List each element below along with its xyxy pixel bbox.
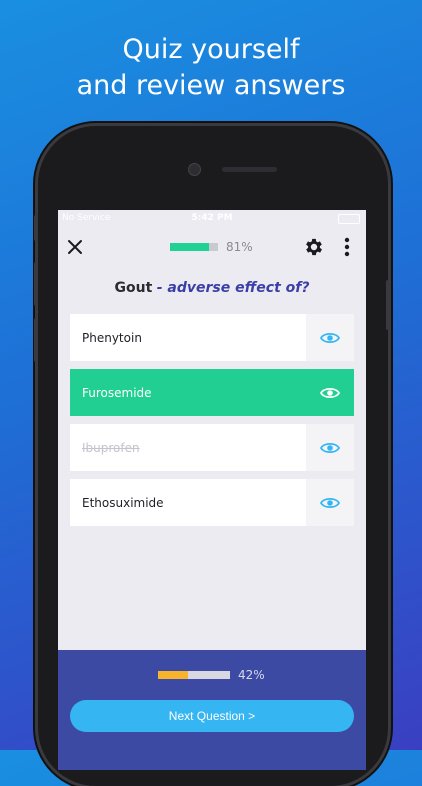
battery-icon — [338, 214, 360, 224]
phone-mute-switch — [34, 215, 38, 241]
promo-headline: Quiz yourself and review answers — [0, 32, 422, 104]
session-progress: 42% — [158, 668, 265, 682]
quiz-top-bar: 81% — [58, 230, 366, 264]
headline-line-2: and review answers — [76, 70, 346, 101]
headline-line-1: Quiz yourself — [122, 34, 300, 65]
question-prompt: - adverse effect of? — [156, 280, 310, 296]
reveal-answer-button[interactable] — [306, 314, 354, 361]
quiz-progress-fill — [170, 243, 209, 251]
question-subject: Gout — [114, 280, 153, 296]
reveal-answer-button[interactable] — [306, 479, 354, 526]
close-button[interactable] — [64, 236, 86, 258]
gear-icon — [306, 238, 322, 256]
status-time: 5:42 PM — [191, 213, 233, 223]
app-screen: No Service 5:42 PM 81% Gout - adverse ef… — [58, 210, 366, 770]
answer-label[interactable]: Ethosuximide — [70, 479, 306, 526]
answer-label[interactable]: Furosemide — [70, 369, 306, 416]
quiz-progress: 81% — [170, 240, 253, 254]
phone-volume-down — [34, 318, 38, 362]
quiz-progress-track — [170, 243, 218, 251]
session-progress-label: 42% — [238, 668, 265, 682]
settings-button[interactable] — [303, 236, 325, 258]
more-options-button[interactable] — [341, 236, 353, 258]
next-question-button[interactable]: Next Question > — [70, 700, 354, 732]
earpiece-speaker — [222, 167, 277, 172]
answer-option-eliminated[interactable]: Ibuprofen — [70, 424, 354, 471]
more-vertical-icon — [344, 237, 350, 257]
answer-option-correct[interactable]: Furosemide — [70, 369, 354, 416]
eye-icon — [320, 497, 340, 508]
answer-label[interactable]: Ibuprofen — [70, 424, 306, 471]
reveal-answer-button[interactable] — [306, 424, 354, 471]
session-progress-track — [158, 671, 230, 679]
quiz-progress-label: 81% — [226, 240, 253, 254]
quiz-footer: 42% Next Question > — [58, 650, 366, 770]
phone-power-button — [386, 280, 390, 330]
answer-label[interactable]: Phenytoin — [70, 314, 306, 361]
answer-option[interactable]: Ethosuximide — [70, 479, 354, 526]
close-icon — [68, 240, 82, 254]
eye-icon — [320, 387, 340, 398]
answer-list: Phenytoin Furosemide Ibuprofen Ethosuxim… — [70, 314, 354, 534]
session-progress-fill — [158, 671, 189, 679]
reveal-answer-button[interactable] — [306, 369, 354, 416]
eye-icon — [320, 442, 340, 453]
front-camera — [188, 163, 201, 176]
answer-option[interactable]: Phenytoin — [70, 314, 354, 361]
phone-volume-up — [34, 262, 38, 306]
question-text: Gout - adverse effect of? — [58, 280, 366, 296]
status-bar: No Service 5:42 PM — [58, 210, 366, 226]
eye-icon — [320, 332, 340, 343]
